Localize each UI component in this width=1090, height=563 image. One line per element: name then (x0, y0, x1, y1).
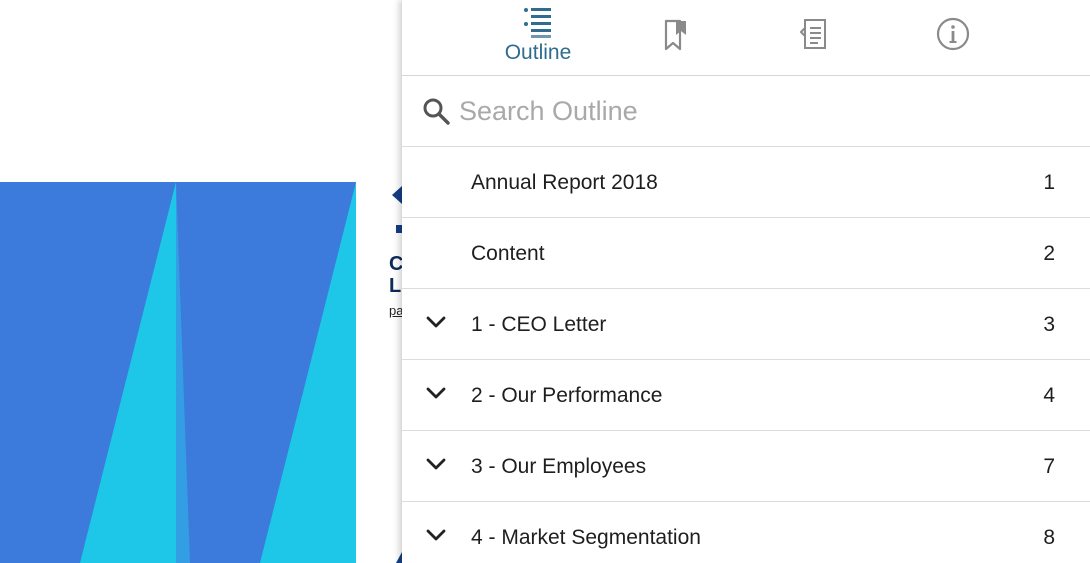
outline-item-title: Annual Report 2018 (471, 171, 658, 194)
chevron-down-icon[interactable] (426, 528, 446, 542)
outline-item[interactable]: 4 - Market Segmentation 8 (402, 502, 1090, 563)
chevron-down-icon[interactable] (426, 315, 446, 329)
tab-bookmarks[interactable] (631, 0, 721, 75)
outline-item-title: 3 - Our Employees (471, 455, 647, 478)
search-input[interactable] (459, 90, 1059, 132)
outline-item-title: 4 - Market Segmentation (471, 526, 701, 549)
outline-item[interactable]: Annual Report 2018 1 (402, 147, 1090, 218)
outline-item-title: 2 - Our Performance (471, 384, 663, 407)
outline-item-title: 1 - CEO Letter (471, 313, 607, 336)
doc-graphic-fragment (392, 186, 402, 204)
search-bar (402, 76, 1090, 147)
outline-item-page: 3 (1043, 313, 1055, 336)
outline-item[interactable]: Content 2 (402, 218, 1090, 289)
outline-list-icon (524, 8, 551, 38)
chevron-down-icon[interactable] (426, 386, 446, 400)
doc-text-fragment: L (389, 275, 402, 297)
outline-item-page: 1 (1043, 171, 1055, 194)
page-cover-image (0, 182, 356, 563)
info-icon (936, 17, 970, 51)
outline-item-page: 8 (1043, 526, 1055, 549)
search-icon (423, 98, 450, 125)
tab-outline[interactable]: Outline (493, 0, 583, 75)
outline-item[interactable]: 3 - Our Employees 7 (402, 431, 1090, 502)
outline-item-title: Content (471, 242, 545, 265)
outline-item-page: 2 (1043, 242, 1055, 265)
bookmark-icon (664, 19, 686, 51)
panel-tab-bar: Outline (402, 0, 1090, 76)
outline-item[interactable]: 1 - CEO Letter 3 (402, 289, 1090, 360)
tab-info[interactable] (908, 0, 998, 75)
annotations-icon (800, 19, 826, 49)
tab-outline-label: Outline (504, 41, 572, 64)
outline-item[interactable]: 2 - Our Performance 4 (402, 360, 1090, 431)
outline-item-page: 4 (1043, 384, 1055, 407)
outline-item-page: 7 (1043, 455, 1055, 478)
outline-panel: Outline Search Outline Annual Report 201… (402, 0, 1090, 563)
tab-annotations[interactable] (769, 0, 859, 75)
outline-list: Annual Report 2018 1 Content 2 1 - CEO L… (402, 147, 1090, 563)
chevron-down-icon[interactable] (426, 457, 446, 471)
document-canvas[interactable]: C L pa (0, 0, 403, 563)
